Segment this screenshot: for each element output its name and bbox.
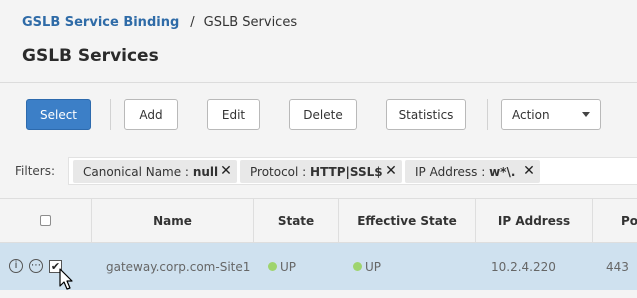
chevron-down-icon <box>582 112 590 117</box>
cell-effective-state-text: UP <box>365 259 382 274</box>
filters-label: Filters: <box>15 164 56 178</box>
filter-chip-canonical-name: Canonical Name : null ✕ <box>73 160 237 183</box>
delete-button[interactable]: Delete <box>289 99 357 130</box>
cell-effective-state: UP <box>353 243 381 290</box>
select-all-cell <box>0 199 91 242</box>
filter-chip-key: Protocol : <box>250 164 307 179</box>
breadcrumb: GSLB Service Binding / GSLB Services <box>22 15 297 30</box>
breadcrumb-separator: / <box>190 15 195 30</box>
cell-state-text: UP <box>280 259 297 274</box>
breadcrumb-parent-link[interactable]: GSLB Service Binding <box>22 15 179 30</box>
info-icon[interactable]: i <box>9 259 23 273</box>
table-header: Name State Effective State IP Address Po… <box>0 198 637 243</box>
mouse-cursor-icon <box>59 268 73 290</box>
filter-chip-key: Canonical Name : <box>83 164 189 179</box>
close-icon[interactable]: ✕ <box>384 164 398 178</box>
breadcrumb-current: GSLB Services <box>203 15 298 30</box>
more-options-icon[interactable]: ⋯ <box>29 259 43 273</box>
close-icon[interactable]: ✕ <box>522 164 536 178</box>
action-dropdown[interactable]: Action <box>501 99 601 130</box>
cell-state: UP <box>268 243 296 290</box>
filter-chip-value: w*\. <box>489 164 516 179</box>
column-header-state[interactable]: State <box>253 199 338 242</box>
close-icon[interactable]: ✕ <box>219 164 233 178</box>
status-up-icon <box>353 262 362 271</box>
edit-button[interactable]: Edit <box>207 99 260 130</box>
cell-port: 443 <box>606 259 629 274</box>
toolbar-separator <box>487 99 488 130</box>
toolbar-separator <box>110 99 111 130</box>
page-title: GSLB Services <box>22 46 159 66</box>
table-row[interactable]: i ⋯ ✔ gateway.corp.com-Site1 UP UP 10.2.… <box>0 243 637 290</box>
add-button[interactable]: Add <box>124 99 178 130</box>
column-header-name[interactable]: Name <box>91 199 253 242</box>
column-header-effective-state[interactable]: Effective State <box>338 199 475 242</box>
cell-ip-address: 10.2.4.220 <box>491 259 556 274</box>
filter-chip-key: IP Address : <box>415 164 486 179</box>
action-dropdown-label: Action <box>512 107 550 122</box>
select-button[interactable]: Select <box>26 99 91 130</box>
cell-name: gateway.corp.com-Site1 <box>106 259 251 274</box>
header-divider <box>0 82 637 83</box>
column-header-port[interactable]: Port <box>592 199 637 242</box>
filter-chip-ip-address: IP Address : w*\. ✕ <box>405 160 540 183</box>
statistics-button[interactable]: Statistics <box>386 99 466 130</box>
filter-chip-protocol: Protocol : HTTP|SSL$ ✕ <box>240 160 402 183</box>
column-header-ip-address[interactable]: IP Address <box>475 199 592 242</box>
filter-chip-value: HTTP|SSL$ <box>310 164 383 179</box>
filter-chip-value: null <box>192 164 219 179</box>
select-all-checkbox[interactable] <box>40 215 51 226</box>
status-up-icon <box>268 262 277 271</box>
